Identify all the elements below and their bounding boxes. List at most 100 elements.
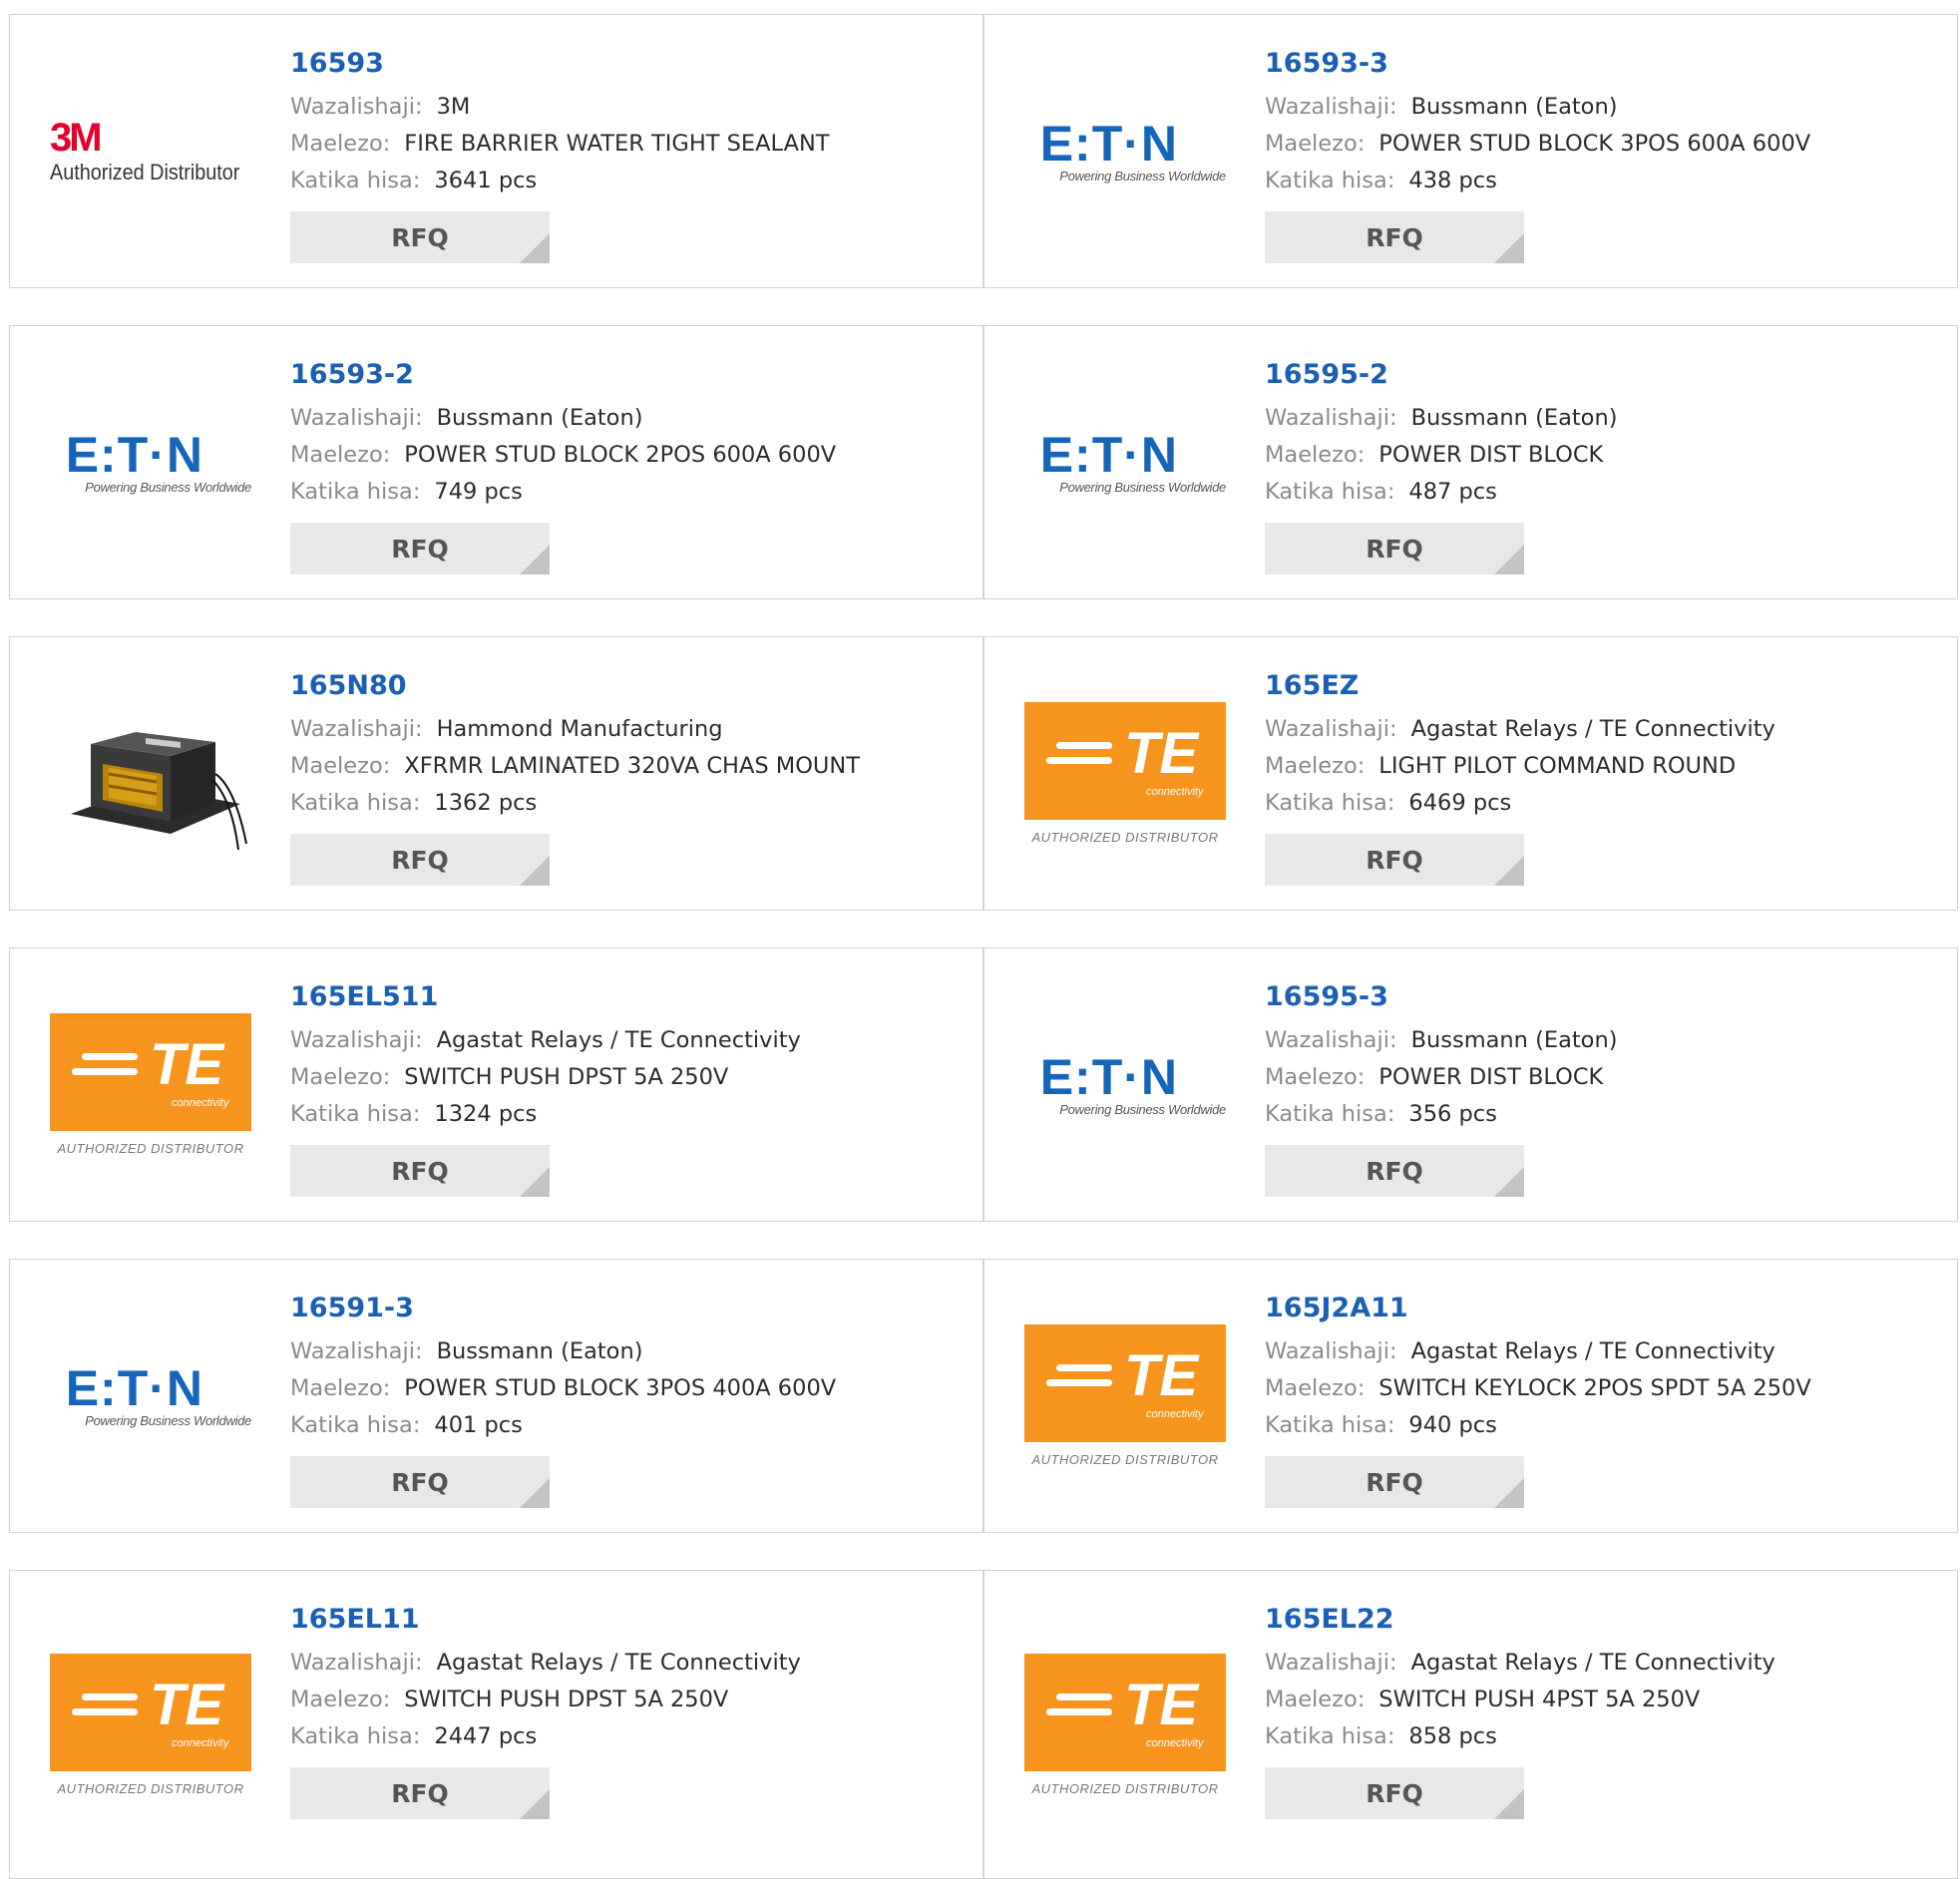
product-card: TE connectivity AUTHORIZED DISTRIBUTOR 165… [983,636,1958,911]
product-info: 16595-2 Wazalishaji: Bussmann (Eaton) Mae… [1265,356,1618,574]
stock-row: Katika hisa: 749 pcs [290,474,836,511]
part-number-link[interactable]: 16593-3 [1265,45,1810,83]
manufacturer-value: Agastat Relays / TE Connectivity [1410,716,1775,742]
manufacturer-value: Bussmann (Eaton) [436,1338,643,1364]
stock-value: 2447 pcs [434,1723,538,1749]
stock-value: 940 pcs [1408,1412,1497,1438]
manufacturer-value: Bussmann (Eaton) [1410,405,1618,431]
part-number-link[interactable]: 165N80 [290,667,860,705]
manufacturer-row: Wazalishaji: Bussmann (Eaton) [290,400,836,437]
manufacturer-row: Wazalishaji: 3M [290,89,830,126]
manufacturer-row: Wazalishaji: Agastat Relays / TE Connecti… [290,1645,801,1682]
part-number-link[interactable]: 16593 [290,45,830,83]
product-card: TE connectivity AUTHORIZED DISTRIBUTOR 165… [9,1570,983,1879]
product-card: TE connectivity AUTHORIZED DISTRIBUTOR 165… [9,947,983,1222]
stock-value: 3641 pcs [434,168,538,193]
rfq-button[interactable]: RFQ [290,523,550,574]
manufacturer-row: Wazalishaji: Bussmann (Eaton) [1265,1022,1618,1059]
te-logo-mark: TE [1124,1672,1199,1737]
part-number-link[interactable]: 16591-3 [290,1290,836,1327]
part-number-link[interactable]: 165EL22 [1265,1601,1775,1639]
manufacturer-value: Agastat Relays / TE Connectivity [1410,1650,1775,1676]
rfq-button[interactable]: RFQ [290,1767,550,1819]
stock-row: Katika hisa: 3641 pcs [290,163,830,199]
description-value: POWER DIST BLOCK [1378,442,1604,468]
te-logo-mark: TE [1124,1343,1199,1408]
description-row: Maelezo: POWER DIST BLOCK [1265,1059,1618,1096]
manufacturer-value: Agastat Relays / TE Connectivity [436,1650,801,1676]
part-number-link[interactable]: 16595-2 [1265,356,1618,394]
logo-te: TE connectivity AUTHORIZED DISTRIBUTOR [1024,1316,1226,1476]
3m-logo-text: Authorized Distributor [50,159,240,185]
manufacturer-label: Wazalishaji: [1265,94,1397,120]
product-info: 165J2A11 Wazalishaji: Agastat Relays / TE… [1265,1290,1811,1508]
rfq-button[interactable]: RFQ [1265,211,1524,263]
description-label: Maelezo: [290,1064,391,1090]
description-label: Maelezo: [1265,1687,1366,1712]
description-value: POWER STUD BLOCK 3POS 400A 600V [404,1375,837,1401]
manufacturer-label: Wazalishaji: [290,94,423,120]
product-card: TE connectivity AUTHORIZED DISTRIBUTOR 165… [983,1570,1958,1879]
te-logo-mark: TE [150,1032,224,1097]
te-logo-mark: TE [150,1672,224,1737]
stock-label: Katika hisa: [290,479,421,505]
manufacturer-label: Wazalishaji: [1265,716,1397,742]
part-number-link[interactable]: 165J2A11 [1265,1290,1811,1327]
part-number-link[interactable]: 16593-2 [290,356,836,394]
logo-te: TE connectivity AUTHORIZED DISTRIBUTOR [50,1645,251,1804]
description-row: Maelezo: POWER STUD BLOCK 2POS 600A 600V [290,437,836,474]
description-value: POWER STUD BLOCK 2POS 600A 600V [404,442,837,468]
part-number-link[interactable]: 16595-3 [1265,978,1618,1016]
rfq-button[interactable]: RFQ [1265,1456,1524,1508]
te-logo-sub: connectivity [1146,786,1204,798]
description-label: Maelezo: [1265,753,1366,779]
product-grid: 3M Authorized Distributor 16593 Wazalisha… [0,0,1960,1879]
te-logo-text: AUTHORIZED DISTRIBUTOR [1031,1452,1219,1467]
description-label: Maelezo: [290,131,391,157]
product-card: 165N80 Wazalishaji: Hammond Manufacturing… [9,636,983,911]
description-row: Maelezo: POWER STUD BLOCK 3POS 600A 600V [1265,126,1810,163]
eaton-logo-word: E:T·N [1039,427,1178,483]
part-number-link[interactable]: 165EZ [1265,667,1775,705]
stock-row: Katika hisa: 2447 pcs [290,1718,801,1755]
description-value: SWITCH PUSH DPST 5A 250V [404,1687,729,1712]
stock-row: Katika hisa: 858 pcs [1265,1718,1775,1755]
rfq-button[interactable]: RFQ [290,1456,550,1508]
description-value: FIRE BARRIER WATER TIGHT SEALANT [404,131,830,157]
logo-te: TE connectivity AUTHORIZED DISTRIBUTOR [1024,694,1226,854]
description-value: POWER DIST BLOCK [1378,1064,1604,1090]
te-logo-sub: connectivity [172,1736,229,1749]
product-info: 165EL11 Wazalishaji: Agastat Relays / TE … [290,1601,801,1819]
te-logo-sub: connectivity [172,1097,229,1109]
rfq-button[interactable]: RFQ [1265,1767,1524,1819]
rfq-button[interactable]: RFQ [1265,834,1524,886]
description-value: SWITCH KEYLOCK 2POS SPDT 5A 250V [1378,1375,1811,1401]
te-logo-mark: TE [1124,721,1199,786]
manufacturer-value: Hammond Manufacturing [436,716,723,742]
product-card: E:T·N Powering Business Worldwide 16595-3… [983,947,1958,1222]
part-number-link[interactable]: 165EL11 [290,1601,801,1639]
stock-value: 749 pcs [434,479,523,505]
rfq-button[interactable]: RFQ [290,1145,550,1197]
rfq-button[interactable]: RFQ [290,834,550,886]
description-row: Maelezo: SWITCH PUSH DPST 5A 250V [290,1059,801,1096]
rfq-button[interactable]: RFQ [1265,523,1524,574]
product-info: 16593 Wazalishaji: 3M Maelezo: FIRE BARRIE… [290,45,830,263]
manufacturer-label: Wazalishaji: [1265,1338,1397,1364]
part-number-link[interactable]: 165EL511 [290,978,801,1016]
description-row: Maelezo: SWITCH KEYLOCK 2POS SPDT 5A 250V [1265,1370,1811,1407]
manufacturer-row: Wazalishaji: Bussmann (Eaton) [290,1333,836,1370]
eaton-logo-word: E:T·N [65,1360,203,1416]
te-logo-box: TE connectivity [50,1653,251,1771]
transformer-photo [50,694,251,854]
te-logo-text: AUTHORIZED DISTRIBUTOR [57,1780,244,1796]
logo-eaton: E:T·N Powering Business Worldwide [1024,72,1227,231]
product-info: 165EL511 Wazalishaji: Agastat Relays / TE… [290,978,801,1197]
rfq-button[interactable]: RFQ [1265,1145,1524,1197]
description-label: Maelezo: [290,753,391,779]
product-info: 165N80 Wazalishaji: Hammond Manufacturing… [290,667,860,886]
description-value: XFRMR LAMINATED 320VA CHAS MOUNT [404,753,860,779]
description-label: Maelezo: [290,1375,391,1401]
stock-label: Katika hisa: [1265,1723,1395,1749]
rfq-button[interactable]: RFQ [290,211,550,263]
